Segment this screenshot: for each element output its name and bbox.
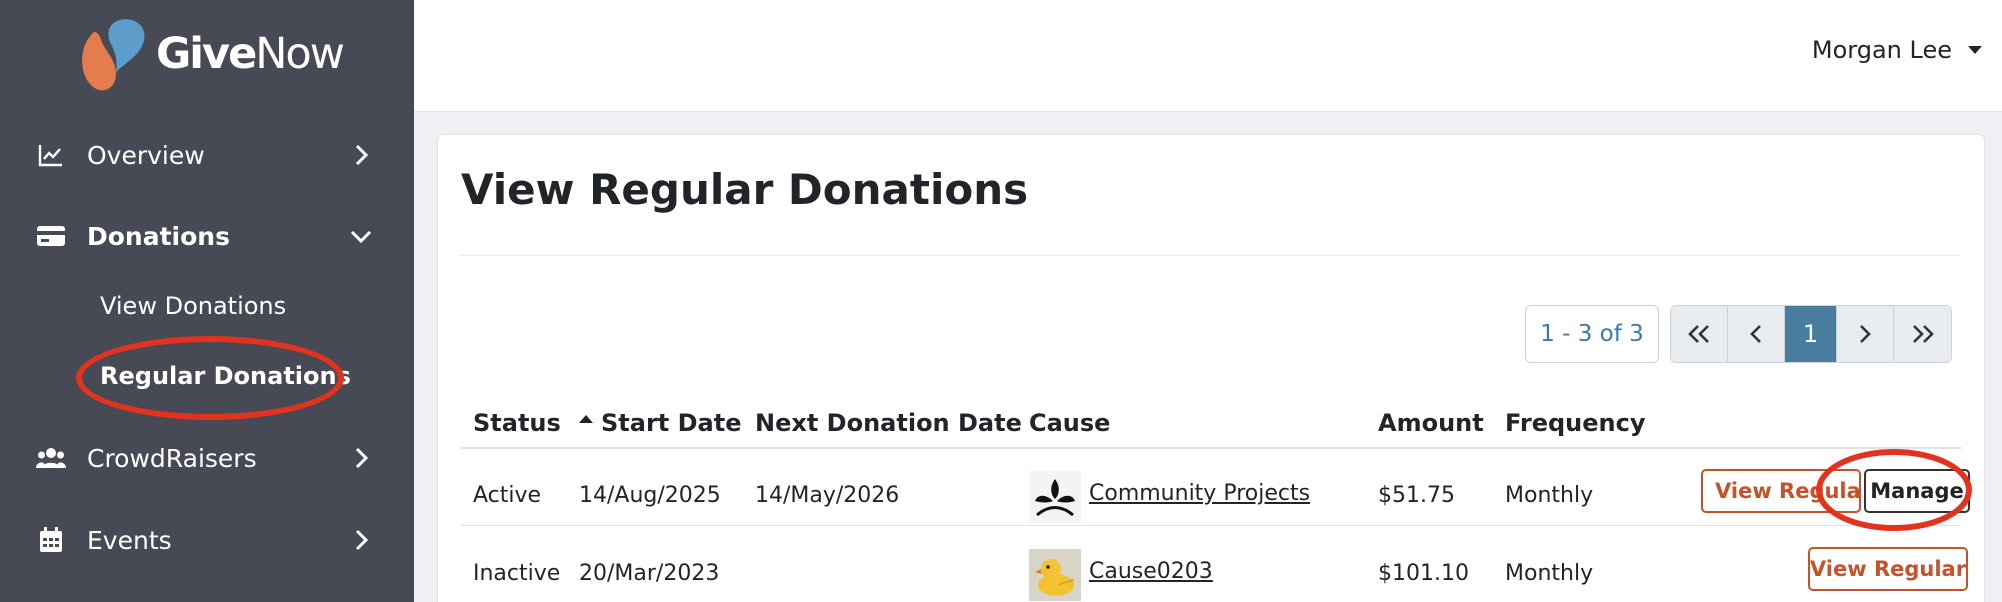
chevrons-right-icon bbox=[1912, 325, 1934, 343]
sidebar-item-label: Overview bbox=[87, 140, 205, 170]
pagination-range: 1 - 3 of 3 bbox=[1525, 305, 1659, 363]
view-regular-button[interactable]: View Regular bbox=[1808, 547, 1968, 591]
status-cell: Active bbox=[473, 483, 542, 508]
column-header-status[interactable]: Status bbox=[473, 409, 561, 437]
givenow-logo[interactable]: GiveNow bbox=[76, 14, 345, 94]
column-header-next-donation-date[interactable]: Next Donation Date bbox=[755, 409, 1022, 437]
chart-line-icon bbox=[36, 140, 66, 170]
pagination: 1 bbox=[1670, 305, 1952, 363]
column-header-start-date[interactable]: Start Date bbox=[579, 409, 741, 437]
frequency-cell: Monthly bbox=[1505, 483, 1594, 508]
users-icon bbox=[36, 443, 66, 473]
chevron-right-icon bbox=[1860, 325, 1871, 343]
top-bar: Morgan Lee bbox=[414, 0, 2002, 112]
sidebar-item-label: Donations bbox=[87, 221, 230, 251]
chevron-right-icon bbox=[355, 529, 369, 551]
sidebar-item-events[interactable]: Events bbox=[0, 512, 414, 568]
content-card: View Regular Donations 1 - 3 of 3 1 Stat… bbox=[437, 134, 1985, 602]
chevron-right-icon bbox=[355, 447, 369, 469]
chevron-right-icon bbox=[355, 144, 369, 166]
sidebar-subitem-regular-donations[interactable]: Regular Donations bbox=[100, 362, 351, 390]
chevron-down-icon bbox=[350, 230, 372, 244]
first-page-button[interactable] bbox=[1671, 306, 1728, 362]
sidebar-item-label: Events bbox=[87, 525, 172, 555]
user-name: Morgan Lee bbox=[1811, 36, 1952, 64]
header-divider bbox=[461, 447, 1961, 449]
last-page-button[interactable] bbox=[1894, 306, 1951, 362]
brand-name: GiveNow bbox=[156, 29, 345, 79]
sidebar-item-donations[interactable]: Donations bbox=[0, 208, 414, 264]
plant-logo-icon bbox=[1029, 471, 1081, 523]
column-header-frequency[interactable]: Frequency bbox=[1505, 409, 1645, 437]
column-header-cause[interactable]: Cause bbox=[1029, 409, 1110, 437]
sidebar: GiveNow Overview Donations View Donation… bbox=[0, 0, 414, 602]
frequency-cell: Monthly bbox=[1505, 561, 1594, 586]
sidebar-item-overview[interactable]: Overview bbox=[0, 127, 414, 183]
amount-cell: $101.10 bbox=[1378, 561, 1469, 586]
calendar-icon bbox=[36, 525, 66, 555]
column-header-amount[interactable]: Amount bbox=[1378, 409, 1484, 437]
chevrons-left-icon bbox=[1688, 325, 1709, 343]
start-date-cell: 20/Mar/2023 bbox=[579, 561, 720, 586]
chevron-left-icon bbox=[1750, 325, 1761, 343]
credit-card-icon bbox=[36, 221, 66, 251]
view-regular-button[interactable]: View Regula bbox=[1701, 469, 1861, 513]
page-1-button[interactable]: 1 bbox=[1785, 306, 1837, 362]
row-divider bbox=[461, 525, 1961, 526]
cause-link[interactable]: Cause0203 bbox=[1089, 559, 1213, 584]
next-page-button[interactable] bbox=[1837, 306, 1894, 362]
caret-down-icon bbox=[1968, 46, 1982, 54]
prev-page-button[interactable] bbox=[1728, 306, 1785, 362]
next-date-cell: 14/May/2026 bbox=[755, 483, 900, 508]
manage-button[interactable]: Manage bbox=[1864, 469, 1970, 513]
user-menu[interactable]: Morgan Lee bbox=[1812, 36, 1982, 64]
sort-asc-icon bbox=[579, 415, 593, 423]
cause-link[interactable]: Community Projects bbox=[1089, 481, 1310, 506]
rubber-duck-icon bbox=[1029, 549, 1081, 601]
givenow-logo-mark-icon bbox=[82, 19, 145, 91]
sidebar-item-label: CrowdRaisers bbox=[87, 443, 257, 473]
divider bbox=[461, 255, 1961, 256]
amount-cell: $51.75 bbox=[1378, 483, 1455, 508]
page-title: View Regular Donations bbox=[461, 165, 1029, 214]
sidebar-subitem-view-donations[interactable]: View Donations bbox=[100, 292, 286, 320]
status-cell: Inactive bbox=[473, 561, 561, 586]
sidebar-item-crowdraisers[interactable]: CrowdRaisers bbox=[0, 430, 414, 486]
start-date-cell: 14/Aug/2025 bbox=[579, 483, 721, 508]
